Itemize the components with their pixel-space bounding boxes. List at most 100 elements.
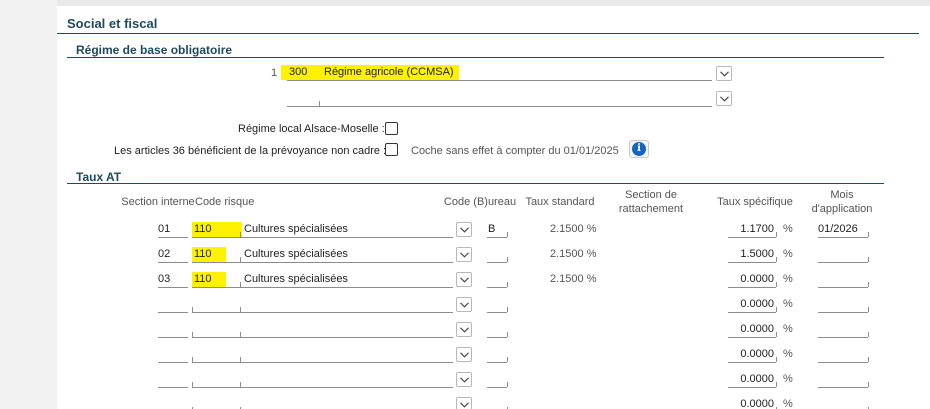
percent-sign: % xyxy=(783,373,793,385)
chevron-down-icon xyxy=(459,376,469,383)
code-risque-dropdown[interactable] xyxy=(456,297,472,312)
regime-row1-code: 300 xyxy=(289,66,308,78)
header-code-bureau: Code (B)ureau xyxy=(443,196,517,208)
section-interne-field[interactable]: 02 xyxy=(158,247,188,263)
taux-specifique-field[interactable]: 0.0000 xyxy=(728,297,777,313)
regime-row1-label-field[interactable]: Régime agricole (CCMSA) xyxy=(319,65,712,81)
code-risque-field[interactable]: 110 xyxy=(192,222,242,238)
code-risque-field[interactable]: 110 xyxy=(192,247,240,263)
code-risque-label: Cultures spécialisées xyxy=(244,223,348,235)
code-risque-value: 110 xyxy=(194,273,212,285)
mois-application-field[interactable] xyxy=(818,322,869,338)
taux-specifique-value: 0.0000 xyxy=(740,298,774,310)
code-bureau-field[interactable] xyxy=(487,372,508,388)
code-risque-label-field[interactable]: Cultures spécialisées xyxy=(240,222,453,238)
code-bureau-field[interactable] xyxy=(487,247,508,263)
info-icon: i xyxy=(632,142,646,156)
code-risque-label-field[interactable] xyxy=(240,322,453,338)
mois-application-field[interactable] xyxy=(818,347,869,363)
chevron-down-icon xyxy=(459,276,469,283)
code-risque-dropdown[interactable] xyxy=(456,372,472,387)
code-risque-value: 110 xyxy=(194,248,212,260)
code-risque-dropdown[interactable] xyxy=(456,272,472,287)
taux-specifique-field[interactable]: 0.0000 xyxy=(728,347,777,363)
code-risque-label-field[interactable] xyxy=(240,397,453,409)
mois-application-field[interactable]: 01/2026 xyxy=(818,222,869,238)
section-interne-value: 01 xyxy=(158,223,171,235)
regime-row2-label-field[interactable] xyxy=(319,91,712,107)
percent-sign: % xyxy=(783,323,793,335)
section-interne-field[interactable] xyxy=(158,347,188,363)
mois-application-field[interactable] xyxy=(818,272,869,288)
taux-specifique-value: 0.0000 xyxy=(740,273,774,285)
code-bureau-field[interactable] xyxy=(487,347,508,363)
code-risque-field[interactable] xyxy=(192,322,240,338)
header-section-interne: Section interne xyxy=(121,196,195,208)
mois-application-field[interactable] xyxy=(818,372,869,388)
code-bureau-field[interactable] xyxy=(487,272,508,288)
code-bureau-value: B xyxy=(488,223,496,235)
section-interne-field[interactable] xyxy=(158,322,188,338)
header-taux-specifique: Taux spécifique xyxy=(717,196,793,208)
taux-specifique-field[interactable]: 0.0000 xyxy=(728,322,777,338)
taux-specifique-field[interactable]: 1.1700 xyxy=(728,222,777,238)
regime-row2-code-field[interactable] xyxy=(287,91,319,107)
regime-row1-dropdown[interactable] xyxy=(716,66,732,81)
code-risque-dropdown[interactable] xyxy=(456,322,472,337)
taux-specifique-value: 1.1700 xyxy=(740,223,774,235)
mois-application-field[interactable] xyxy=(818,297,869,313)
chevron-down-icon xyxy=(459,351,469,358)
taux-specifique-field[interactable]: 1.5000 xyxy=(728,247,777,263)
code-bureau-field[interactable] xyxy=(487,297,508,313)
regime-row2-dropdown[interactable] xyxy=(716,91,732,106)
section-interne-field[interactable] xyxy=(158,397,188,409)
code-risque-dropdown[interactable] xyxy=(456,397,472,409)
code-risque-dropdown[interactable] xyxy=(456,222,472,237)
section-interne-field[interactable] xyxy=(158,372,188,388)
code-risque-label-field[interactable]: Cultures spécialisées xyxy=(240,247,453,263)
percent-sign: % xyxy=(783,298,793,310)
mois-application-field[interactable] xyxy=(818,397,869,409)
code-bureau-field[interactable]: B xyxy=(487,222,508,238)
code-risque-label-field[interactable] xyxy=(240,297,453,313)
section-interne-value: 03 xyxy=(158,273,171,285)
art36-label: Les articles 36 bénéficient de la prévoy… xyxy=(114,145,387,157)
art36-note: Coche sans effet à compter du 01/01/2025 xyxy=(411,145,619,157)
code-risque-label-field[interactable] xyxy=(240,347,453,363)
code-risque-field[interactable] xyxy=(192,397,240,409)
taux-specifique-field[interactable]: 0.0000 xyxy=(728,272,777,288)
code-risque-dropdown[interactable] xyxy=(456,247,472,262)
regime-row1-index: 1 xyxy=(271,67,278,79)
code-risque-value: 110 xyxy=(194,223,212,235)
mois-application-value: 01/2026 xyxy=(818,223,858,235)
code-risque-field[interactable] xyxy=(192,372,240,388)
info-button[interactable]: i xyxy=(629,140,649,158)
taux-specifique-value: 0.0000 xyxy=(740,323,774,335)
code-risque-label-field[interactable]: Cultures spécialisées xyxy=(240,272,453,288)
taux-at-divider xyxy=(67,183,884,184)
section-interne-field[interactable]: 03 xyxy=(158,272,188,288)
taux-standard-value: 2.1500 % xyxy=(550,248,597,260)
regime-row1-code-field[interactable]: 300 xyxy=(281,65,319,81)
section-divider xyxy=(57,33,919,34)
taux-specifique-field[interactable]: 0.0000 xyxy=(728,397,777,409)
code-risque-field[interactable] xyxy=(192,297,240,313)
code-bureau-field[interactable] xyxy=(487,397,508,409)
code-risque-label-field[interactable] xyxy=(240,372,453,388)
code-bureau-field[interactable] xyxy=(487,322,508,338)
taux-specifique-value: 0.0000 xyxy=(740,398,774,409)
code-risque-label: Cultures spécialisées xyxy=(244,248,348,260)
code-risque-field[interactable] xyxy=(192,347,240,363)
art36-checkbox[interactable] xyxy=(385,143,398,156)
header-code-risque: Code risque xyxy=(195,196,255,208)
mois-application-field[interactable] xyxy=(818,247,869,263)
section-interne-field[interactable] xyxy=(158,297,188,313)
percent-sign: % xyxy=(783,398,793,409)
code-risque-dropdown[interactable] xyxy=(456,347,472,362)
alsace-moselle-checkbox[interactable] xyxy=(385,122,398,135)
code-risque-field[interactable]: 110 xyxy=(192,272,240,288)
chevron-down-icon xyxy=(459,226,469,233)
taux-specifique-field[interactable]: 0.0000 xyxy=(728,372,777,388)
taux-specifique-value: 0.0000 xyxy=(740,348,774,360)
section-interne-field[interactable]: 01 xyxy=(158,222,188,238)
